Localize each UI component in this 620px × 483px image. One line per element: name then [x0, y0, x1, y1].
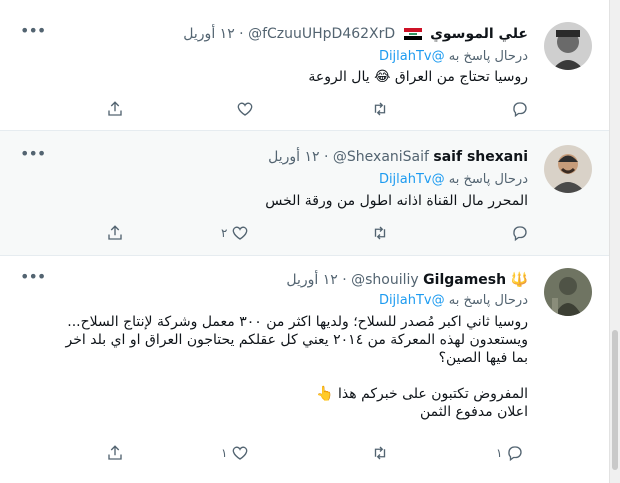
tweet-actions — [96, 99, 530, 119]
more-dots-icon[interactable]: ••• — [20, 146, 46, 167]
like-count: ٢ — [221, 226, 228, 240]
iraq-flag-icon — [403, 26, 422, 46]
reply-bubble-icon — [508, 446, 523, 462]
tweet-text: روسيا ثاني اكبر مُصدر للسلاح؛ ولديها اكث… — [65, 314, 528, 420]
like-button[interactable] — [236, 99, 258, 119]
tweet-date[interactable]: ١٢ أوريل — [268, 149, 319, 165]
user-handle[interactable]: @shouiliy — [351, 272, 419, 288]
reply-to-handle[interactable]: @DijlahTv — [379, 293, 445, 308]
tweet-feed: علي الموسوي @fCzuuUHpD462XrD · ١٢ أوريل … — [0, 0, 620, 483]
retweet-button[interactable] — [371, 99, 389, 119]
reply-to-handle[interactable]: @DijlahTv — [379, 172, 445, 187]
reply-bubble-icon — [513, 102, 527, 118]
tweet-date[interactable]: ١٢ أوريل — [183, 26, 234, 42]
avatar[interactable] — [544, 22, 592, 70]
reply-bubble-icon — [513, 226, 527, 242]
tweet-actions: ٢ — [96, 223, 530, 243]
more-dots-icon[interactable]: ••• — [20, 269, 46, 290]
reply-to-handle[interactable]: @DijlahTv — [379, 49, 445, 64]
reply-button[interactable] — [511, 99, 529, 119]
share-upload-icon — [108, 445, 122, 460]
retweet-button[interactable] — [371, 443, 389, 463]
avatar[interactable] — [544, 268, 592, 316]
tweet-header: 🔱 Gilgamesh @shouiliy · ١٢ أوريل — [48, 270, 528, 290]
trident-emoji: 🔱 — [510, 272, 528, 288]
tweet-text: المحرر مال القناة اذانه اطول من ورقة الخ… — [265, 193, 528, 209]
tweet-header: علي الموسوي @fCzuuUHpD462XrD · ١٢ أوريل — [48, 24, 528, 44]
reply-button[interactable]: ١ — [496, 443, 524, 463]
tweet-card[interactable]: saif shexani @ShexaniSaif · ١٢ أوريل •••… — [0, 131, 610, 256]
reply-context: درحال پاسخ به @DijlahTv — [48, 171, 528, 189]
share-button[interactable] — [106, 443, 124, 463]
user-name[interactable]: saif shexani — [433, 149, 528, 165]
heart-icon — [233, 446, 248, 460]
tweet-date[interactable]: ١٢ أوريل — [286, 272, 337, 288]
tweet-header: saif shexani @ShexaniSaif · ١٢ أوريل — [48, 147, 528, 167]
avatar[interactable] — [544, 145, 592, 193]
reply-button[interactable] — [511, 223, 529, 243]
reply-count: ١ — [496, 446, 503, 460]
share-button[interactable] — [106, 223, 124, 243]
retweet-icon — [374, 226, 386, 240]
share-button[interactable] — [106, 99, 124, 119]
tweet-card[interactable]: 🔱 Gilgamesh @shouiliy · ١٢ أوريل ••• درح… — [0, 256, 610, 483]
tweet-actions: ١ ١ — [96, 443, 530, 463]
reply-context: درحال پاسخ به @DijlahTv — [48, 48, 528, 66]
more-dots-icon[interactable]: ••• — [20, 23, 46, 44]
scrollbar[interactable] — [609, 0, 620, 483]
reply-context: درحال پاسخ به @DijlahTv — [48, 292, 528, 310]
like-button[interactable]: ١ — [221, 443, 249, 463]
heart-icon — [233, 226, 248, 240]
share-upload-icon — [108, 101, 122, 116]
share-upload-icon — [108, 225, 122, 240]
retweet-icon — [374, 102, 386, 116]
tweet-text: روسيا تحتاج من العراق 😂 يال الروعة — [308, 69, 528, 85]
heart-icon — [237, 102, 253, 116]
like-count: ١ — [221, 446, 228, 460]
user-handle[interactable]: @fCzuuUHpD462XrD — [248, 26, 395, 42]
tweet-card[interactable]: علي الموسوي @fCzuuUHpD462XrD · ١٢ أوريل … — [0, 0, 610, 131]
scrollbar-thumb[interactable] — [612, 330, 618, 470]
reply-prefix: درحال پاسخ به — [448, 172, 528, 187]
reply-prefix: درحال پاسخ به — [448, 293, 528, 308]
separator: · — [239, 26, 244, 42]
like-button[interactable]: ٢ — [221, 223, 249, 243]
user-name[interactable]: علي الموسوي — [430, 26, 528, 42]
separator: · — [324, 149, 329, 165]
reply-prefix: درحال پاسخ به — [448, 49, 528, 64]
retweet-icon — [374, 446, 386, 460]
user-handle[interactable]: @ShexaniSaif — [333, 149, 429, 165]
separator: · — [342, 272, 347, 288]
retweet-button[interactable] — [371, 223, 389, 243]
user-name[interactable]: Gilgamesh — [423, 272, 506, 288]
